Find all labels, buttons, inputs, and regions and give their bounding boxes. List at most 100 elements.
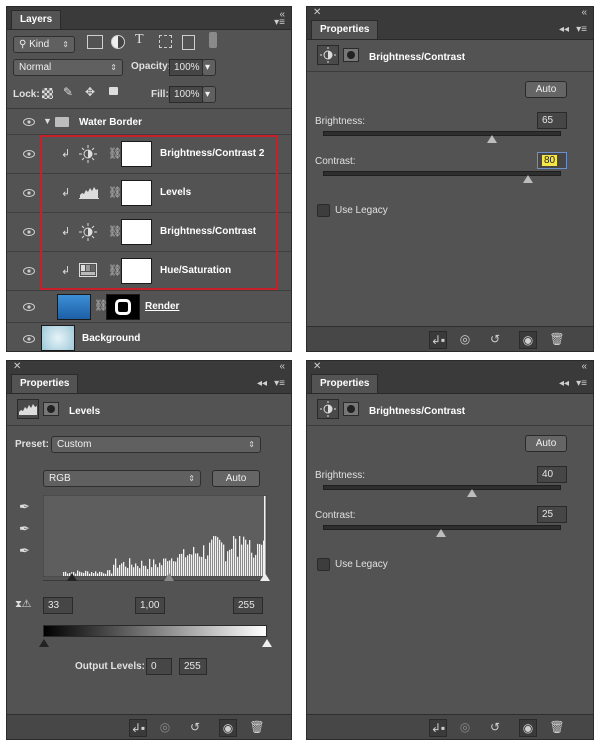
reset-icon[interactable]: ↺ xyxy=(187,719,203,735)
black-point-eyedropper-icon[interactable]: ✒ xyxy=(19,499,30,515)
reset-icon[interactable]: ↺ xyxy=(487,719,503,735)
collapse-chevron-icon[interactable]: « xyxy=(279,361,285,372)
layer-row-render[interactable]: ⛓ Render xyxy=(7,291,291,323)
tab-properties[interactable]: Properties xyxy=(311,374,379,393)
mask-icon[interactable] xyxy=(343,48,359,62)
clip-to-layer-icon[interactable]: ↲▪ xyxy=(429,331,447,349)
visibility-eye-icon[interactable] xyxy=(23,335,35,343)
filter-smart-object-icon[interactable] xyxy=(182,35,195,50)
opacity-dropdown-button[interactable]: ▾ xyxy=(202,59,216,76)
contrast-field[interactable]: 80 xyxy=(537,152,567,169)
histogram-texture xyxy=(247,544,249,576)
lock-brush-icon[interactable]: ✎ xyxy=(63,85,73,99)
tab-properties[interactable]: Properties xyxy=(11,374,79,393)
panel-menu-icon[interactable]: ▾≡ xyxy=(274,17,285,28)
render-mask-thumbnail[interactable] xyxy=(106,294,140,320)
toggle-visibility-icon[interactable]: ◉ xyxy=(519,331,537,349)
visibility-eye-icon[interactable] xyxy=(23,303,35,311)
gray-point-eyedropper-icon[interactable]: ✒ xyxy=(19,521,30,537)
brightness-slider[interactable] xyxy=(323,485,561,490)
tab-properties[interactable]: Properties xyxy=(311,20,379,39)
lock-all-icon[interactable] xyxy=(109,87,118,95)
trash-icon[interactable]: 🗑 xyxy=(549,719,565,735)
output-white-field[interactable]: 255 xyxy=(179,658,207,675)
collapse-chevron-icon[interactable]: ◂◂ xyxy=(559,24,569,35)
filter-shape-icon[interactable] xyxy=(159,35,172,48)
visibility-eye-icon[interactable] xyxy=(23,150,35,158)
panel-menu-icon[interactable]: ▾≡ xyxy=(576,378,587,389)
view-previous-state-icon[interactable]: ◎ xyxy=(157,719,173,735)
visibility-eye-icon[interactable] xyxy=(23,267,35,275)
view-previous-state-icon[interactable]: ◎ xyxy=(457,331,473,347)
auto-button[interactable]: Auto xyxy=(525,435,567,452)
output-white-handle[interactable] xyxy=(262,639,272,647)
layer-row-background[interactable]: Background xyxy=(7,323,291,351)
contrast-field[interactable]: 25 xyxy=(537,506,567,523)
opacity-label: Opacity: xyxy=(131,61,172,72)
toggle-visibility-icon[interactable]: ◉ xyxy=(219,719,237,737)
filter-toggle-icon[interactable] xyxy=(209,32,217,48)
collapse-chevron-icon[interactable]: « xyxy=(581,361,587,372)
trash-icon[interactable]: 🗑 xyxy=(249,719,265,735)
toggle-visibility-icon[interactable]: ◉ xyxy=(519,719,537,737)
reset-icon[interactable]: ↺ xyxy=(487,331,503,347)
filter-type-icon[interactable]: T xyxy=(135,32,144,48)
input-white-field[interactable]: 255 xyxy=(233,597,263,614)
mask-icon[interactable] xyxy=(343,402,359,416)
contrast-slider-handle[interactable] xyxy=(436,529,446,537)
lock-position-icon[interactable]: ✥ xyxy=(85,85,95,99)
panel-menu-icon[interactable]: ▾≡ xyxy=(576,24,587,35)
input-gamma-field[interactable]: 1,00 xyxy=(135,597,165,614)
mask-icon[interactable] xyxy=(43,402,59,416)
trash-icon[interactable]: 🗑 xyxy=(549,331,565,347)
clip-to-layer-icon[interactable]: ↲▪ xyxy=(429,719,447,737)
output-black-handle[interactable] xyxy=(39,639,49,647)
output-black-field[interactable]: 0 xyxy=(146,658,172,675)
close-icon[interactable]: ✕ xyxy=(313,361,321,373)
fill-field[interactable]: 100% xyxy=(169,86,203,103)
brightness-slider[interactable] xyxy=(323,131,561,136)
visibility-eye-icon[interactable] xyxy=(23,118,35,126)
input-white-handle[interactable] xyxy=(260,573,270,581)
clip-to-layer-icon[interactable]: ↲▪ xyxy=(129,719,147,737)
clipping-warning-icon[interactable]: ⧗⚠ xyxy=(15,599,31,610)
contrast-slider-handle[interactable] xyxy=(522,175,533,183)
background-image-thumbnail[interactable] xyxy=(41,325,75,351)
render-image-thumbnail[interactable] xyxy=(57,294,91,320)
input-gamma-handle[interactable] xyxy=(164,573,174,581)
close-icon[interactable]: ✕ xyxy=(313,7,321,19)
lock-label: Lock: xyxy=(13,89,40,100)
use-legacy-checkbox[interactable] xyxy=(317,558,330,571)
brightness-field[interactable]: 65 xyxy=(537,112,567,129)
layer-name: Render xyxy=(145,301,180,312)
auto-button[interactable]: Auto xyxy=(525,81,567,98)
brightness-field[interactable]: 40 xyxy=(537,466,567,483)
brightness-slider-handle[interactable] xyxy=(467,489,478,497)
collapse-chevron-icon[interactable]: ◂◂ xyxy=(257,378,267,389)
collapse-chevron-icon[interactable]: ◂◂ xyxy=(559,378,569,389)
white-point-eyedropper-icon[interactable]: ✒ xyxy=(19,543,30,559)
expand-triangle-icon[interactable]: ▼ xyxy=(43,116,52,126)
opacity-field[interactable]: 100% xyxy=(169,59,203,76)
fill-dropdown-button[interactable]: ▾ xyxy=(202,86,216,103)
auto-button[interactable]: Auto xyxy=(212,470,260,487)
panel-menu-icon[interactable]: ▾≡ xyxy=(274,378,285,389)
input-black-field[interactable]: 33 xyxy=(43,597,73,614)
layer-group-row[interactable]: ▼ Water Border xyxy=(7,109,291,135)
collapse-chevron-icon[interactable]: « xyxy=(581,7,587,18)
lock-transparency-icon[interactable] xyxy=(42,88,53,99)
channel-select[interactable]: RGB ⇕ xyxy=(43,470,201,487)
use-legacy-checkbox[interactable] xyxy=(317,204,330,217)
visibility-eye-icon[interactable] xyxy=(23,228,35,236)
visibility-eye-icon[interactable] xyxy=(23,189,35,197)
view-previous-state-icon[interactable]: ◎ xyxy=(457,719,473,735)
close-icon[interactable]: ✕ xyxy=(13,361,21,373)
tab-layers[interactable]: Layers xyxy=(11,10,62,29)
filter-pixel-icon[interactable] xyxy=(87,35,103,49)
filter-kind-select[interactable]: ⚲ Kind ⇕ xyxy=(13,36,75,53)
filter-adjustment-icon[interactable] xyxy=(111,35,125,49)
input-black-handle[interactable] xyxy=(67,573,77,581)
brightness-slider-handle[interactable] xyxy=(487,135,498,143)
preset-select[interactable]: Custom ⇕ xyxy=(51,436,261,453)
blend-mode-select[interactable]: Normal ⇕ xyxy=(13,59,123,76)
